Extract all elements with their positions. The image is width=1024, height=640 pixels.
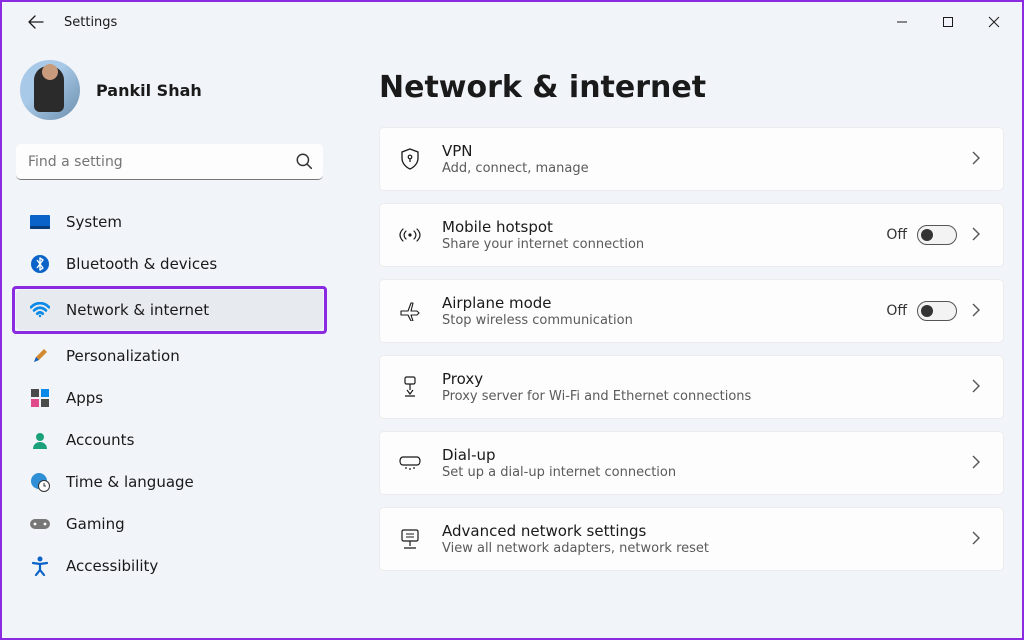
sidebar-item-bluetooth[interactable]: Bluetooth & devices <box>16 244 323 284</box>
network-adapter-icon <box>398 529 422 549</box>
bluetooth-icon <box>30 254 50 274</box>
titlebar: Settings <box>2 2 1022 42</box>
sidebar-nav: System Bluetooth & devices Network & int… <box>16 202 323 586</box>
sidebar: Pankil Shah System Bluetooth & devices N… <box>2 42 337 638</box>
close-icon <box>988 16 1000 28</box>
person-icon <box>30 430 50 450</box>
setting-advanced-network[interactable]: Advanced network settingsView all networ… <box>379 507 1004 571</box>
airplane-icon <box>398 301 422 321</box>
chevron-right-icon <box>971 302 985 321</box>
chevron-right-icon <box>971 226 985 245</box>
sidebar-item-network[interactable]: Network & internet <box>16 290 323 330</box>
setting-title: Advanced network settings <box>442 522 971 540</box>
window-maximize-button[interactable] <box>926 7 970 37</box>
minimize-icon <box>896 16 908 28</box>
setting-title: Airplane mode <box>442 294 886 312</box>
window-title: Settings <box>64 15 117 30</box>
toggle-status: Off <box>886 227 907 243</box>
sidebar-item-label: Personalization <box>66 347 180 365</box>
setting-title: Mobile hotspot <box>442 218 886 236</box>
chevron-right-icon <box>971 454 985 473</box>
search-icon <box>295 152 313 174</box>
page-title: Network & internet <box>379 70 1004 105</box>
sidebar-item-label: Apps <box>66 389 103 407</box>
setting-hotspot[interactable]: Mobile hotspotShare your internet connec… <box>379 203 1004 267</box>
sidebar-item-label: Bluetooth & devices <box>66 255 217 273</box>
proxy-icon <box>398 376 422 398</box>
setting-proxy[interactable]: ProxyProxy server for Wi-Fi and Ethernet… <box>379 355 1004 419</box>
toggle-status: Off <box>886 303 907 319</box>
dialup-icon <box>398 455 422 471</box>
setting-subtitle: Set up a dial-up internet connection <box>442 465 971 480</box>
shield-icon <box>398 148 422 170</box>
setting-title: Proxy <box>442 370 971 388</box>
sidebar-item-time[interactable]: Time & language <box>16 462 323 502</box>
avatar <box>20 60 80 120</box>
apps-icon <box>30 388 50 408</box>
setting-subtitle: Add, connect, manage <box>442 161 971 176</box>
sidebar-item-label: System <box>66 213 122 231</box>
sidebar-item-accounts[interactable]: Accounts <box>16 420 323 460</box>
chevron-right-icon <box>971 530 985 549</box>
sidebar-item-personalization[interactable]: Personalization <box>16 336 323 376</box>
profile-block[interactable]: Pankil Shah <box>20 60 319 120</box>
setting-subtitle: View all network adapters, network reset <box>442 541 971 556</box>
setting-subtitle: Proxy server for Wi-Fi and Ethernet conn… <box>442 389 971 404</box>
back-button[interactable] <box>22 8 50 36</box>
airplane-toggle[interactable] <box>917 301 957 321</box>
globe-clock-icon <box>30 472 50 492</box>
main-content: Network & internet VPNAdd, connect, mana… <box>337 42 1022 638</box>
hotspot-toggle[interactable] <box>917 225 957 245</box>
system-icon <box>30 212 50 232</box>
sidebar-item-gaming[interactable]: Gaming <box>16 504 323 544</box>
window-controls <box>880 7 1016 37</box>
wifi-icon <box>30 300 50 320</box>
window-minimize-button[interactable] <box>880 7 924 37</box>
sidebar-item-apps[interactable]: Apps <box>16 378 323 418</box>
arrow-left-icon <box>28 14 44 30</box>
annotation-arrow <box>1015 587 1022 631</box>
setting-title: VPN <box>442 142 971 160</box>
sidebar-item-label: Time & language <box>66 473 194 491</box>
sidebar-item-label: Accounts <box>66 431 134 449</box>
annotation-highlight: Network & internet <box>12 286 327 334</box>
setting-subtitle: Share your internet connection <box>442 237 886 252</box>
sidebar-item-system[interactable]: System <box>16 202 323 242</box>
maximize-icon <box>942 16 954 28</box>
setting-vpn[interactable]: VPNAdd, connect, manage <box>379 127 1004 191</box>
setting-title: Dial-up <box>442 446 971 464</box>
setting-airplane-mode[interactable]: Airplane modeStop wireless communication… <box>379 279 1004 343</box>
sidebar-item-label: Network & internet <box>66 301 209 319</box>
gamepad-icon <box>30 514 50 534</box>
search-field-wrap <box>16 144 323 180</box>
paintbrush-icon <box>30 346 50 366</box>
sidebar-item-label: Accessibility <box>66 557 158 575</box>
accessibility-icon <box>30 556 50 576</box>
user-name: Pankil Shah <box>96 81 202 100</box>
chevron-right-icon <box>971 378 985 397</box>
sidebar-item-accessibility[interactable]: Accessibility <box>16 546 323 586</box>
setting-subtitle: Stop wireless communication <box>442 313 886 328</box>
setting-dialup[interactable]: Dial-upSet up a dial-up internet connect… <box>379 431 1004 495</box>
search-input[interactable] <box>16 144 323 180</box>
chevron-right-icon <box>971 150 985 169</box>
hotspot-icon <box>398 226 422 244</box>
sidebar-item-label: Gaming <box>66 515 125 533</box>
settings-list: VPNAdd, connect, manage Mobile hotspotSh… <box>379 127 1004 571</box>
window-close-button[interactable] <box>972 7 1016 37</box>
